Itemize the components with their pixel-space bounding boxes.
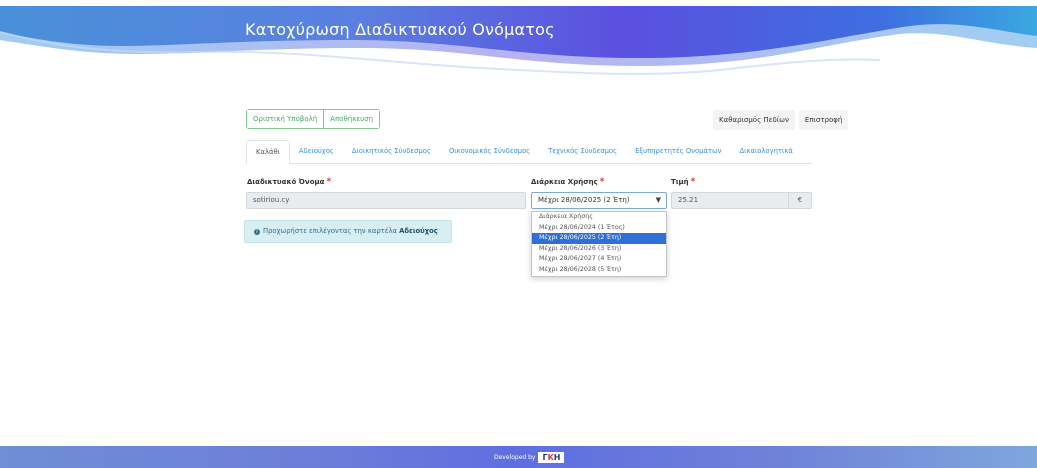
tab-billing-contact[interactable]: Οικονομικός Σύνδεσμος — [440, 140, 539, 163]
header-wave-graphic — [0, 0, 1037, 100]
domain-label-text: Διαδικτυακό Όνομα — [247, 178, 325, 186]
footer: Developed by ΓΚΗ — [0, 446, 1037, 468]
chevron-down-icon: ▼ — [655, 196, 661, 204]
price-field: 25.21 — [671, 192, 789, 209]
submit-save-group: Οριστική Υποβολή Αποθήκευση — [246, 109, 381, 129]
tab-technical-contact[interactable]: Τεχνικός Σύνδεσμος — [539, 140, 626, 163]
footer-credit: Developed by ΓΚΗ — [494, 452, 565, 463]
developer-logo[interactable]: ΓΚΗ — [538, 452, 565, 463]
price-label: Τιμή * — [671, 177, 695, 187]
dropdown-option[interactable]: Μέχρι 28/06/2026 (3 Έτη) — [532, 244, 666, 255]
required-marker: * — [326, 177, 332, 187]
price-label-text: Τιμή — [671, 178, 689, 186]
clear-fields-button[interactable]: Καθαρισμός Πεδίων — [713, 110, 795, 130]
duration-select-value: Μέχρι 28/06/2025 (2 Έτη) — [538, 196, 630, 204]
info-circle-icon: i — [254, 229, 260, 235]
info-alert: i Προχωρήστε επιλέγοντας την καρτέλα Αδει… — [244, 220, 452, 243]
page: Κατοχύρωση Διαδικτυακού Ονόματος Οριστικ… — [0, 0, 1037, 468]
dropdown-option[interactable]: Μέχρι 28/06/2024 (1 Έτος) — [532, 223, 666, 234]
alert-emphasis: Αδειούχος — [399, 227, 438, 235]
dropdown-option-selected[interactable]: Μέχρι 28/06/2025 (2 Έτη) — [532, 233, 666, 244]
dropdown-option[interactable]: Μέχρι 28/06/2027 (4 Έτη) — [532, 254, 666, 265]
duration-select[interactable]: Μέχρι 28/06/2025 (2 Έτη) ▼ — [531, 192, 667, 209]
tab-admin-contact[interactable]: Διοικητικός Σύνδεσμος — [343, 140, 440, 163]
header-banner: Κατοχύρωση Διαδικτυακού Ονόματος — [0, 0, 1037, 100]
duration-dropdown-list: Διάρκεια Χρήσης Μέχρι 28/06/2024 (1 Έτος… — [531, 211, 667, 277]
dropdown-option[interactable]: Μέχρι 28/06/2028 (5 Έτη) — [532, 265, 666, 276]
tab-bar: Καλάθι Αδειούχος Διοικητικός Σύνδεσμος Ο… — [246, 140, 812, 164]
currency-addon: € — [788, 192, 812, 209]
tab-name-servers[interactable]: Εξυπηρετητές Ονομάτων — [626, 140, 730, 163]
alert-text: Προχωρήστε επιλέγοντας την καρτέλα — [263, 227, 400, 235]
final-submit-button[interactable]: Οριστική Υποβολή — [247, 110, 324, 128]
domain-label: Διαδικτυακό Όνομα * — [247, 177, 331, 187]
duration-label-text: Διάρκεια Χρήσης — [531, 178, 598, 186]
logo-letter-3: Η — [553, 453, 561, 462]
tab-documents[interactable]: Δικαιολογητικά — [731, 140, 802, 163]
return-button[interactable]: Επιστροφή — [798, 110, 849, 130]
developed-by-text: Developed by — [494, 454, 536, 461]
required-marker: * — [599, 177, 605, 187]
dropdown-option[interactable]: Διάρκεια Χρήσης — [532, 212, 666, 223]
domain-field[interactable]: sotiriou.cy — [246, 192, 526, 209]
save-button[interactable]: Αποθήκευση — [323, 110, 380, 128]
tab-licensee[interactable]: Αδειούχος — [290, 140, 343, 163]
required-marker: * — [690, 177, 696, 187]
page-title: Κατοχύρωση Διαδικτυακού Ονόματος — [245, 20, 555, 39]
duration-label: Διάρκεια Χρήσης * — [531, 177, 605, 187]
tab-cart[interactable]: Καλάθι — [246, 140, 290, 164]
clear-return-group: Καθαρισμός Πεδίων Επιστροφή — [713, 110, 849, 130]
